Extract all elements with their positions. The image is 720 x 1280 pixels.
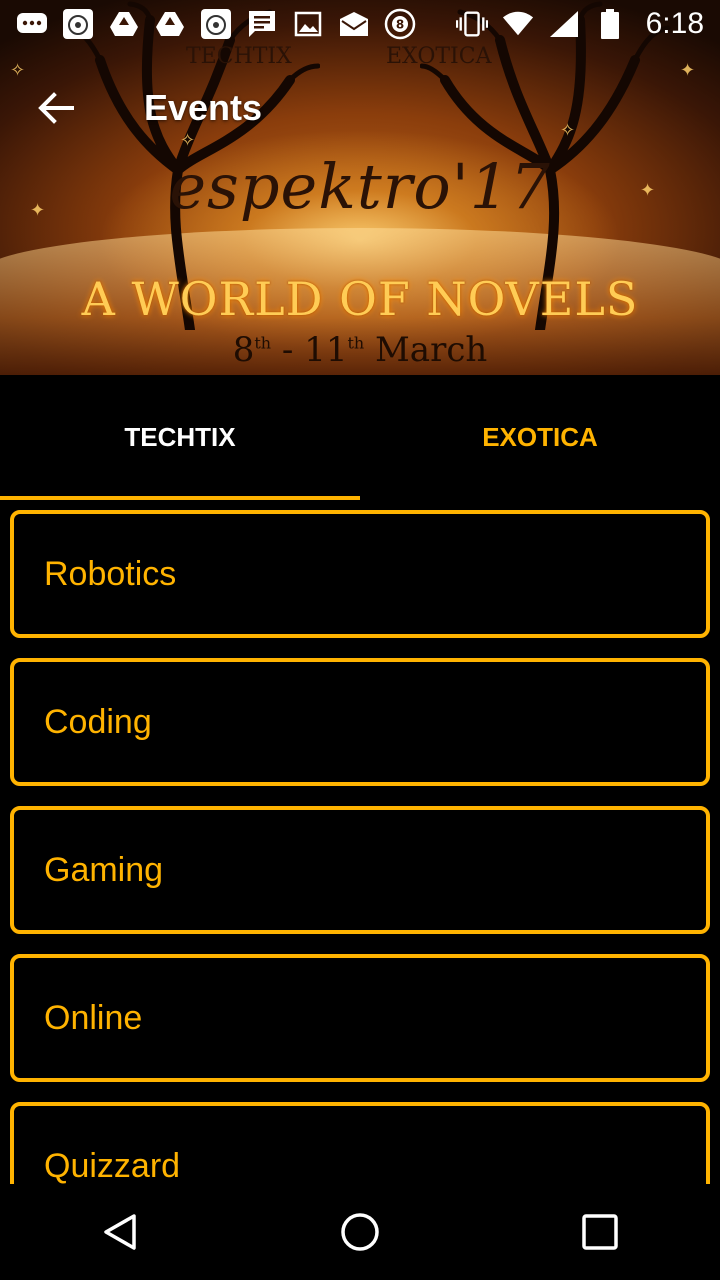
eight-ball-icon: 8: [384, 8, 416, 40]
banner-tagline: A WORLD OF NOVELS: [81, 272, 639, 326]
banner-title: espektro'17: [169, 150, 551, 223]
navigation-bar: [0, 1184, 720, 1280]
app-badge-icon: [200, 8, 232, 40]
drive-icon: [154, 8, 186, 40]
clock: 6:18: [645, 7, 704, 40]
chat-bubble-icon: [16, 8, 48, 40]
event-label: Robotics: [44, 554, 177, 593]
date-start-suffix: th: [254, 333, 272, 353]
event-label: Online: [44, 998, 143, 1037]
message-icon: [246, 8, 278, 40]
mail-icon: [338, 8, 370, 40]
signal-icon: [548, 8, 580, 40]
event-card-gaming[interactable]: Gaming: [10, 806, 710, 934]
app-bar: Events: [0, 58, 720, 158]
nav-recents-button[interactable]: [552, 1184, 648, 1280]
battery-icon: [594, 8, 626, 40]
header-banner: ✦ ✦ ✧ ✧ ✦ ✧ TECHTIX EXOTICA espektro'17 …: [0, 0, 720, 375]
event-label: Quizzard: [44, 1146, 181, 1185]
drive-icon: [108, 8, 140, 40]
page-title: Events: [144, 87, 263, 128]
tab-bar: TECHTIX EXOTICA: [0, 375, 720, 500]
event-list[interactable]: Robotics Coding Gaming Online Quizzard: [0, 500, 720, 1184]
status-bar: 8 6:18: [0, 0, 720, 48]
event-card-quizzard[interactable]: Quizzard: [10, 1102, 710, 1184]
tab-exotica[interactable]: EXOTICA: [360, 375, 720, 500]
event-label: Gaming: [44, 850, 164, 889]
recents-square-icon: [582, 1214, 618, 1250]
wifi-icon: [502, 8, 534, 40]
event-card-robotics[interactable]: Robotics: [10, 510, 710, 638]
back-button[interactable]: [28, 80, 84, 136]
image-icon: [292, 8, 324, 40]
date-month: March: [364, 330, 488, 370]
event-label: Coding: [44, 702, 152, 741]
date-end: 11: [304, 330, 348, 370]
tab-techtix[interactable]: TECHTIX: [0, 375, 360, 500]
home-circle-icon: [341, 1213, 379, 1251]
event-card-online[interactable]: Online: [10, 954, 710, 1082]
nav-back-button[interactable]: [72, 1184, 168, 1280]
svg-text:8: 8: [396, 18, 404, 32]
app-badge-icon: [62, 8, 94, 40]
banner-dates: 8th - 11th March: [0, 330, 720, 370]
date-separator: -: [271, 330, 305, 370]
nav-home-button[interactable]: [312, 1184, 408, 1280]
vibrate-icon: [455, 8, 488, 40]
back-triangle-icon: [104, 1214, 136, 1250]
date-end-suffix: th: [347, 333, 365, 353]
event-card-coding[interactable]: Coding: [10, 658, 710, 786]
date-start: 8: [232, 330, 255, 370]
arrow-left-icon: [38, 92, 74, 124]
